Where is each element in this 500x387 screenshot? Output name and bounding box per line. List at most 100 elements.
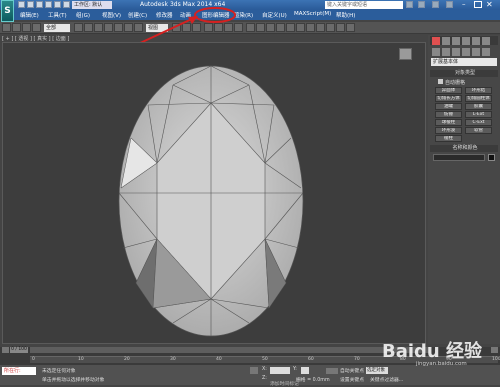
render-production-icon[interactable] — [346, 23, 355, 32]
menu-tools[interactable]: 工具(T) — [48, 11, 67, 19]
key-filters-label[interactable]: 关键点过滤器... — [370, 376, 403, 383]
bind-spacewarp-icon[interactable] — [32, 23, 41, 32]
geometry-icon[interactable] — [432, 48, 440, 56]
gengon-button[interactable]: 球棱柱 — [435, 119, 462, 126]
motion-tab-icon[interactable] — [462, 37, 470, 45]
maxscript-listener-button[interactable]: 所在行: — [2, 367, 36, 375]
snaps-toggle-icon[interactable] — [204, 23, 213, 32]
menu-group[interactable]: 组(G) — [76, 11, 90, 19]
undo-tool-icon[interactable] — [2, 23, 11, 32]
object-type-header[interactable]: 对象类型 — [430, 70, 498, 77]
open-file-icon[interactable] — [27, 1, 34, 8]
c-ext-button[interactable]: C-Ext — [465, 119, 492, 126]
object-color-swatch[interactable] — [488, 154, 495, 161]
x-coordinate-field[interactable] — [270, 367, 290, 374]
chamfer-box-button[interactable]: 切角长方体 — [435, 95, 462, 102]
ringwave-button[interactable]: 环形波 — [435, 127, 462, 134]
select-by-name-icon[interactable] — [84, 23, 93, 32]
menu-views[interactable]: 视图(V) — [102, 11, 121, 19]
schematic-view-icon[interactable] — [306, 23, 315, 32]
link-icon[interactable] — [12, 23, 21, 32]
lights-icon[interactable] — [452, 48, 460, 56]
prism-button[interactable]: 棱柱 — [435, 135, 462, 142]
viewcube-icon[interactable] — [399, 48, 412, 60]
helpers-icon[interactable] — [472, 48, 480, 56]
spacewarps-icon[interactable] — [482, 48, 490, 56]
oiltank-button[interactable]: 油罐 — [435, 103, 462, 110]
display-tab-icon[interactable] — [472, 37, 480, 45]
l-ext-button[interactable]: L-Ext — [465, 111, 492, 118]
info-icon[interactable] — [446, 1, 453, 8]
y-coordinate-field[interactable] — [301, 367, 309, 374]
select-manipulate-icon[interactable] — [182, 23, 191, 32]
time-slider-track[interactable] — [30, 347, 430, 353]
save-file-icon[interactable] — [36, 1, 43, 8]
rendered-frame-icon[interactable] — [336, 23, 345, 32]
category-dropdown[interactable]: 扩展基本体 — [431, 58, 497, 66]
project-icon[interactable] — [63, 1, 70, 8]
key-icon[interactable] — [326, 368, 338, 374]
lock-selection-icon[interactable] — [250, 367, 258, 374]
menu-rendering[interactable]: 渲染(R) — [234, 11, 253, 19]
cameras-icon[interactable] — [462, 48, 470, 56]
menu-animation[interactable]: 动画 — [180, 11, 191, 19]
name-color-header[interactable]: 名称和颜色 — [430, 145, 498, 152]
spindle-button[interactable]: 纺锤 — [435, 111, 462, 118]
selection-filter-dropdown[interactable]: 全部 — [44, 24, 70, 32]
capsule-button[interactable]: 胶囊 — [465, 103, 492, 110]
hierarchy-tab-icon[interactable] — [452, 37, 460, 45]
viewport-label[interactable]: [ + ] [ 透视 ] [ 真实 ] [ 边面 ] — [2, 35, 69, 42]
minimize-icon[interactable]: – — [462, 1, 470, 8]
selected-set-dropdown[interactable]: 选定对象 — [366, 367, 388, 374]
torus-knot-button[interactable]: 环形结 — [465, 87, 492, 94]
close-icon[interactable]: ✕ — [486, 0, 496, 9]
hedra-button[interactable]: 异面体 — [435, 87, 462, 94]
menu-customize[interactable]: 自定义(U) — [262, 11, 287, 19]
chamfer-cyl-button[interactable]: 切角圆柱体 — [465, 95, 492, 102]
shapes-icon[interactable] — [442, 48, 450, 56]
align-icon[interactable] — [266, 23, 275, 32]
new-file-icon[interactable] — [18, 1, 25, 8]
selection-region-icon[interactable] — [94, 23, 103, 32]
pivot-center-icon[interactable] — [172, 23, 181, 32]
search-icon[interactable] — [406, 1, 413, 8]
render-setup-icon[interactable] — [326, 23, 335, 32]
menu-create[interactable]: 创建(C) — [128, 11, 147, 19]
graphite-toggle-icon[interactable] — [286, 23, 295, 32]
keyboard-shortcut-icon[interactable] — [192, 23, 201, 32]
scale-icon[interactable] — [134, 23, 143, 32]
utilities-tab-icon[interactable] — [482, 37, 490, 45]
menu-graph-editors[interactable]: 图形编辑器 — [202, 11, 230, 19]
percent-snap-icon[interactable] — [224, 23, 233, 32]
menu-edit[interactable]: 编辑(E) — [20, 11, 39, 19]
help-icon[interactable] — [418, 1, 425, 8]
create-tab-icon[interactable] — [432, 37, 440, 45]
undo-icon[interactable] — [45, 1, 52, 8]
timeline-prev-icon[interactable] — [2, 347, 9, 353]
curve-editor-icon[interactable] — [296, 23, 305, 32]
move-icon[interactable] — [114, 23, 123, 32]
menu-modifiers[interactable]: 修改器 — [156, 11, 173, 19]
autogrid-checkbox[interactable] — [438, 79, 443, 84]
mirror-icon[interactable] — [256, 23, 265, 32]
angle-snap-icon[interactable] — [214, 23, 223, 32]
layer-manager-icon[interactable] — [276, 23, 285, 32]
named-selection-icon[interactable] — [246, 23, 255, 32]
material-editor-icon[interactable] — [316, 23, 325, 32]
spinner-snap-icon[interactable] — [234, 23, 243, 32]
maximize-icon[interactable] — [474, 1, 482, 8]
workspace-dropdown[interactable]: 工作区: 默认 — [72, 1, 112, 9]
menu-maxscript[interactable]: MAXScript(M) — [294, 11, 331, 17]
time-slider[interactable]: 0 / 100 — [10, 347, 28, 353]
rotate-icon[interactable] — [124, 23, 133, 32]
unlink-icon[interactable] — [22, 23, 31, 32]
window-crossing-icon[interactable] — [104, 23, 113, 32]
app-logo[interactable]: S — [1, 0, 14, 22]
select-object-icon[interactable] — [74, 23, 83, 32]
reference-coord-dropdown[interactable]: 视图 — [146, 24, 168, 32]
object-name-field[interactable] — [433, 154, 485, 161]
add-time-tag-label[interactable]: 添加时间标记 — [270, 380, 299, 387]
modify-tab-icon[interactable] — [442, 37, 450, 45]
search-input[interactable]: 键入关键字或短语 — [325, 1, 403, 9]
perspective-viewport[interactable] — [2, 42, 426, 344]
